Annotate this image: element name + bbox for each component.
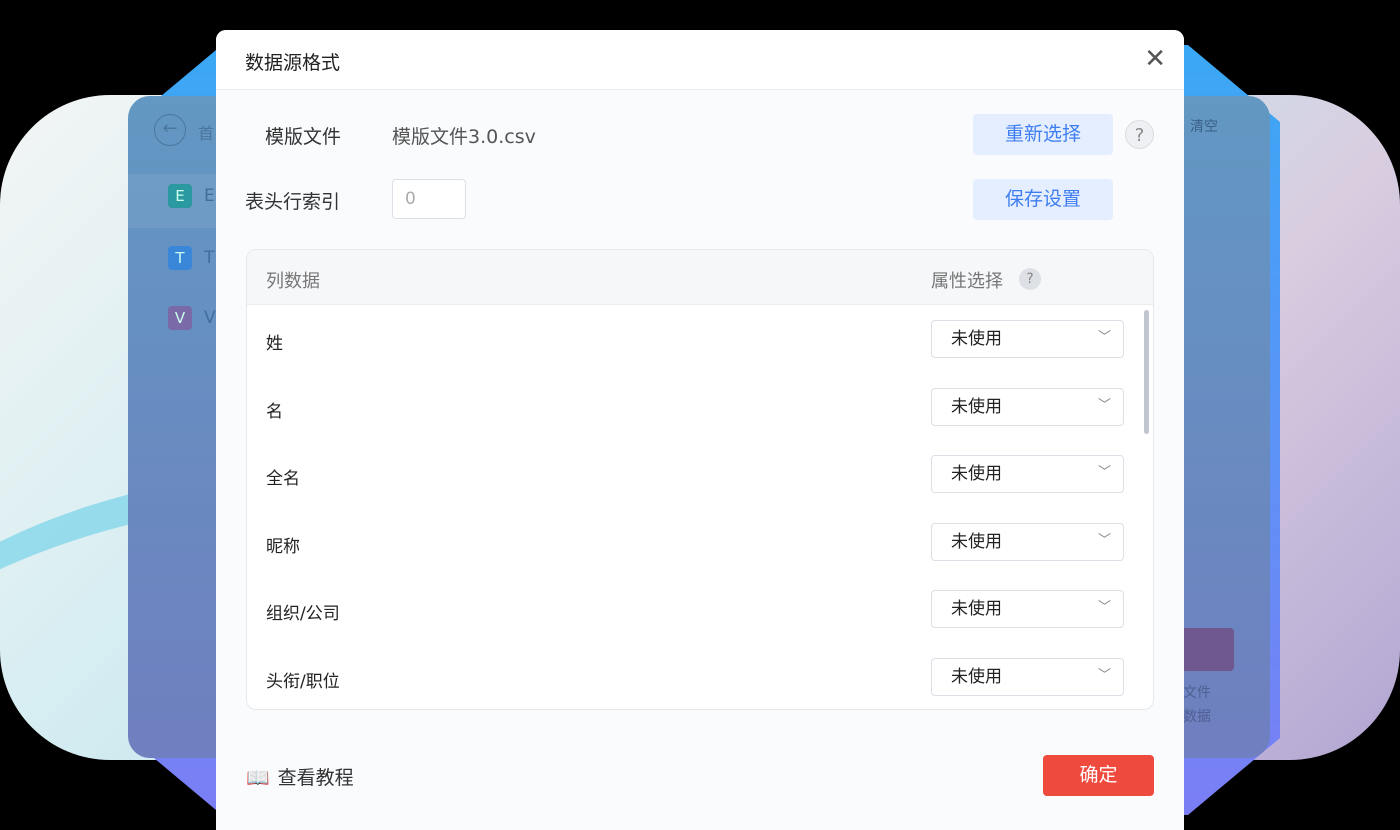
chevron-down-icon: ﹀	[1097, 667, 1111, 683]
attribute-select[interactable]: 未使用 ﹀	[931, 522, 1124, 561]
confirm-button[interactable]: 确定	[1043, 755, 1154, 796]
help-icon[interactable]: ?	[1019, 268, 1041, 290]
book-icon: 📖	[246, 767, 270, 789]
dialog-title: 数据源格式	[245, 52, 341, 74]
scrollbar[interactable]	[1144, 310, 1149, 434]
save-settings-button[interactable]: 保存设置	[973, 179, 1113, 220]
table-row: 姓 未使用 ﹀	[247, 305, 1153, 373]
table-row: 全名 未使用 ﹀	[247, 440, 1153, 508]
table-row: 头衔/职位 未使用 ﹀	[247, 643, 1153, 710]
attribute-select[interactable]: 未使用 ﹀	[931, 455, 1124, 493]
table-row: 名 未使用 ﹀	[247, 373, 1153, 441]
reselect-button[interactable]: 重新选择	[973, 114, 1113, 155]
dialog-header: 数据源格式 ✕	[216, 30, 1184, 90]
chevron-down-icon: ﹀	[1097, 600, 1111, 615]
sidebar-item-e-icon[interactable]: E	[168, 184, 192, 208]
chevron-down-icon: ﹀	[1097, 465, 1111, 480]
column-mapping-table: 列数据 属性选择 ? 姓未使用 ﹀ 名未使用 ﹀ 全名 未使用 ﹀ 昵称 未使用 ﹀ 组织/…	[246, 249, 1154, 710]
attribute-select[interactable]: 未使用 ﹀	[931, 320, 1124, 358]
breadcrumb: 首	[198, 124, 215, 143]
select-value: 未使用	[951, 531, 1002, 552]
help-icon[interactable]: ?	[1125, 120, 1154, 149]
column-data-header: 列数据	[266, 271, 320, 292]
chevron-down-icon: ﹀	[1097, 532, 1111, 548]
hint-text: 数据	[1183, 709, 1211, 725]
column-name: 头衔/职位	[266, 671, 340, 692]
select-value: 未使用	[951, 464, 1002, 484]
attribute-header: 属性选择	[931, 271, 1003, 292]
column-name: 名	[266, 401, 283, 422]
select-value: 未使用	[951, 666, 1002, 687]
chevron-down-icon: ﹀	[1097, 397, 1111, 413]
sidebar-item-t-icon[interactable]: T	[168, 246, 192, 270]
tutorial-link[interactable]: 📖 查看教程	[246, 763, 354, 790]
template-file-label: 模版文件	[265, 126, 342, 148]
back-arrow-icon[interactable]: ←	[154, 114, 186, 146]
column-name: 昵称	[266, 536, 300, 557]
hint-text: 文件	[1183, 685, 1211, 701]
sidebar-item-e[interactable]: E	[204, 186, 215, 206]
attribute-select[interactable]: 未使用 ﹀	[931, 590, 1124, 628]
select-value: 未使用	[951, 329, 1002, 349]
chevron-down-icon: ﹀	[1097, 330, 1111, 345]
select-value: 未使用	[951, 396, 1002, 417]
sidebar-item-v[interactable]: V	[204, 308, 216, 328]
clear-button[interactable]: 清空	[1190, 116, 1218, 136]
close-icon[interactable]: ✕	[1144, 44, 1166, 74]
tutorial-label: 查看教程	[277, 767, 354, 789]
column-name: 组织/公司	[266, 604, 340, 624]
column-name: 全名	[266, 469, 300, 489]
attribute-select[interactable]: 未使用 ﹀	[931, 657, 1124, 696]
table-row: 组织/公司 未使用 ﹀	[247, 575, 1153, 643]
header-index-input[interactable]: 0	[392, 179, 466, 219]
sidebar-item-t[interactable]: T	[204, 248, 214, 268]
select-value: 未使用	[951, 599, 1002, 619]
attribute-select[interactable]: 未使用 ﹀	[931, 387, 1124, 426]
sidebar-item-v-icon[interactable]: V	[168, 306, 192, 330]
table-row: 昵称 未使用 ﹀	[247, 508, 1153, 576]
column-name: 姓	[266, 334, 283, 354]
data-source-format-dialog: 数据源格式 ✕ 模版文件 模版文件3.0.csv 重新选择 ? 表头行索引 0 …	[216, 30, 1184, 830]
table-header: 列数据 属性选择 ?	[247, 250, 1153, 305]
template-file-name: 模版文件3.0.csv	[392, 126, 536, 148]
header-index-label: 表头行索引	[245, 191, 341, 213]
